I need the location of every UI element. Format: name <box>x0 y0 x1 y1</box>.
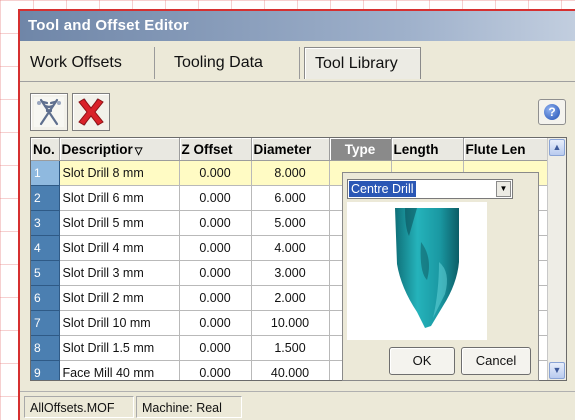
cell-z-offset[interactable]: 0.000 <box>179 335 252 361</box>
delete-tool-icon <box>78 98 104 126</box>
cell-description[interactable]: Slot Drill 6 mm <box>59 185 180 211</box>
status-bar: AllOffsets.MOF Machine: Real <box>20 391 575 420</box>
tab-divider <box>20 81 575 82</box>
cell-description[interactable]: Slot Drill 4 mm <box>59 235 180 261</box>
col-header-diameter[interactable]: Diameter <box>251 138 330 161</box>
tool-type-popup: Centre Drill ▼ OK Cancel <box>342 172 539 381</box>
drill-tools-icon <box>34 97 64 127</box>
cell-description[interactable]: Slot Drill 5 mm <box>59 210 180 236</box>
cell-diameter[interactable]: 40.000 <box>251 360 330 380</box>
cell-diameter[interactable]: 8.000 <box>251 160 330 186</box>
tool-preview-image <box>347 202 487 340</box>
row-number[interactable]: 9 <box>31 360 60 380</box>
help-button[interactable]: ? <box>538 99 566 125</box>
tab-work-offsets[interactable]: Work Offsets <box>22 47 155 79</box>
cell-z-offset[interactable]: 0.000 <box>179 160 252 186</box>
cell-diameter[interactable]: 6.000 <box>251 185 330 211</box>
sort-desc-icon: ▽ <box>134 145 143 157</box>
dropdown-arrow-icon[interactable]: ▼ <box>496 181 511 197</box>
cell-description[interactable]: Slot Drill 8 mm <box>59 160 180 186</box>
row-number[interactable]: 2 <box>31 185 60 211</box>
cell-diameter[interactable]: 3.000 <box>251 260 330 286</box>
cell-diameter[interactable]: 10.000 <box>251 310 330 336</box>
tab-tooling-data[interactable]: Tooling Data <box>162 47 300 79</box>
scroll-up-button[interactable]: ▲ <box>549 139 565 156</box>
cell-z-offset[interactable]: 0.000 <box>179 235 252 261</box>
row-number[interactable]: 5 <box>31 260 60 286</box>
col-header-description-label: Descriptior <box>61 141 133 157</box>
row-number[interactable]: 8 <box>31 335 60 361</box>
cell-diameter[interactable]: 5.000 <box>251 210 330 236</box>
col-header-z-offset[interactable]: Z Offset <box>179 138 252 161</box>
cell-z-offset[interactable]: 0.000 <box>179 360 252 380</box>
scroll-down-button[interactable]: ▼ <box>549 362 565 379</box>
row-number[interactable]: 1 <box>31 160 60 186</box>
delete-tool-button[interactable] <box>72 93 110 131</box>
cell-description[interactable]: Slot Drill 3 mm <box>59 260 180 286</box>
col-header-length[interactable]: Length <box>391 138 464 161</box>
row-number[interactable]: 3 <box>31 210 60 236</box>
row-number[interactable]: 4 <box>31 235 60 261</box>
cell-description[interactable]: Slot Drill 2 mm <box>59 285 180 311</box>
tool-type-selected-value: Centre Drill <box>349 181 416 197</box>
row-number[interactable]: 7 <box>31 310 60 336</box>
help-icon: ? <box>544 104 560 120</box>
tool-offset-editor-window: Tool and Offset Editor Work Offsets Tool… <box>18 9 575 420</box>
ok-button[interactable]: OK <box>389 347 455 375</box>
status-machine: Machine: Real <box>136 396 242 418</box>
window-title: Tool and Offset Editor <box>20 11 575 41</box>
cell-z-offset[interactable]: 0.000 <box>179 185 252 211</box>
cancel-button[interactable]: Cancel <box>461 347 531 375</box>
cell-description[interactable]: Slot Drill 1.5 mm <box>59 335 180 361</box>
cell-z-offset[interactable]: 0.000 <box>179 260 252 286</box>
centre-drill-icon <box>395 208 459 328</box>
col-header-flute-length[interactable]: Flute Len <box>463 138 550 161</box>
status-file: AllOffsets.MOF <box>24 396 134 418</box>
cell-z-offset[interactable]: 0.000 <box>179 310 252 336</box>
cell-description[interactable]: Slot Drill 10 mm <box>59 310 180 336</box>
cell-diameter[interactable]: 4.000 <box>251 235 330 261</box>
cell-z-offset[interactable]: 0.000 <box>179 210 252 236</box>
vertical-scrollbar[interactable]: ▲ ▼ <box>547 138 566 380</box>
cell-diameter[interactable]: 2.000 <box>251 285 330 311</box>
tool-type-select[interactable]: Centre Drill ▼ <box>347 179 513 199</box>
tab-tool-library[interactable]: Tool Library <box>304 47 421 79</box>
tool-library-button[interactable] <box>30 93 68 131</box>
cell-z-offset[interactable]: 0.000 <box>179 285 252 311</box>
col-header-no[interactable]: No. <box>31 138 60 161</box>
cell-diameter[interactable]: 1.500 <box>251 335 330 361</box>
col-header-type[interactable]: Type <box>329 138 392 161</box>
cell-description[interactable]: Face Mill 40 mm <box>59 360 180 380</box>
col-header-description[interactable]: Descriptior ▽ <box>59 138 180 161</box>
row-number[interactable]: 6 <box>31 285 60 311</box>
